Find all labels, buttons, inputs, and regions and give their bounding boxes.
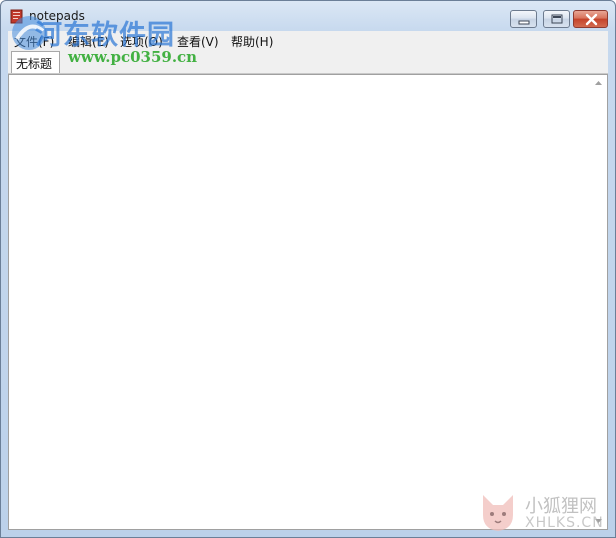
menu-help[interactable]: 帮助(H) xyxy=(231,33,273,50)
watermark-site-name: 河东软件园 xyxy=(35,20,175,51)
watermark2-site-url: XHLKS.CN xyxy=(525,515,604,531)
watermark-site-url: www.pc0359.cn xyxy=(68,48,198,66)
maximize-button[interactable] xyxy=(543,10,570,28)
maximize-icon xyxy=(551,14,563,24)
close-button[interactable] xyxy=(573,10,608,28)
close-icon xyxy=(585,13,598,26)
tab-untitled[interactable]: 无标题 xyxy=(11,51,60,73)
text-editor-area[interactable] xyxy=(8,74,608,530)
vertical-scrollbar[interactable] xyxy=(590,75,607,529)
tab-label: 无标题 xyxy=(16,57,53,71)
fox-logo-icon xyxy=(483,495,513,531)
scroll-up-button[interactable] xyxy=(590,75,607,92)
app-window: notepads 文件(F) 编辑(E) 选项(O) 查看(V) 帮助(H) 无… xyxy=(0,0,616,538)
scroll-up-arrow-icon xyxy=(595,81,602,85)
minimize-icon xyxy=(518,20,530,25)
minimize-button[interactable] xyxy=(510,10,537,28)
